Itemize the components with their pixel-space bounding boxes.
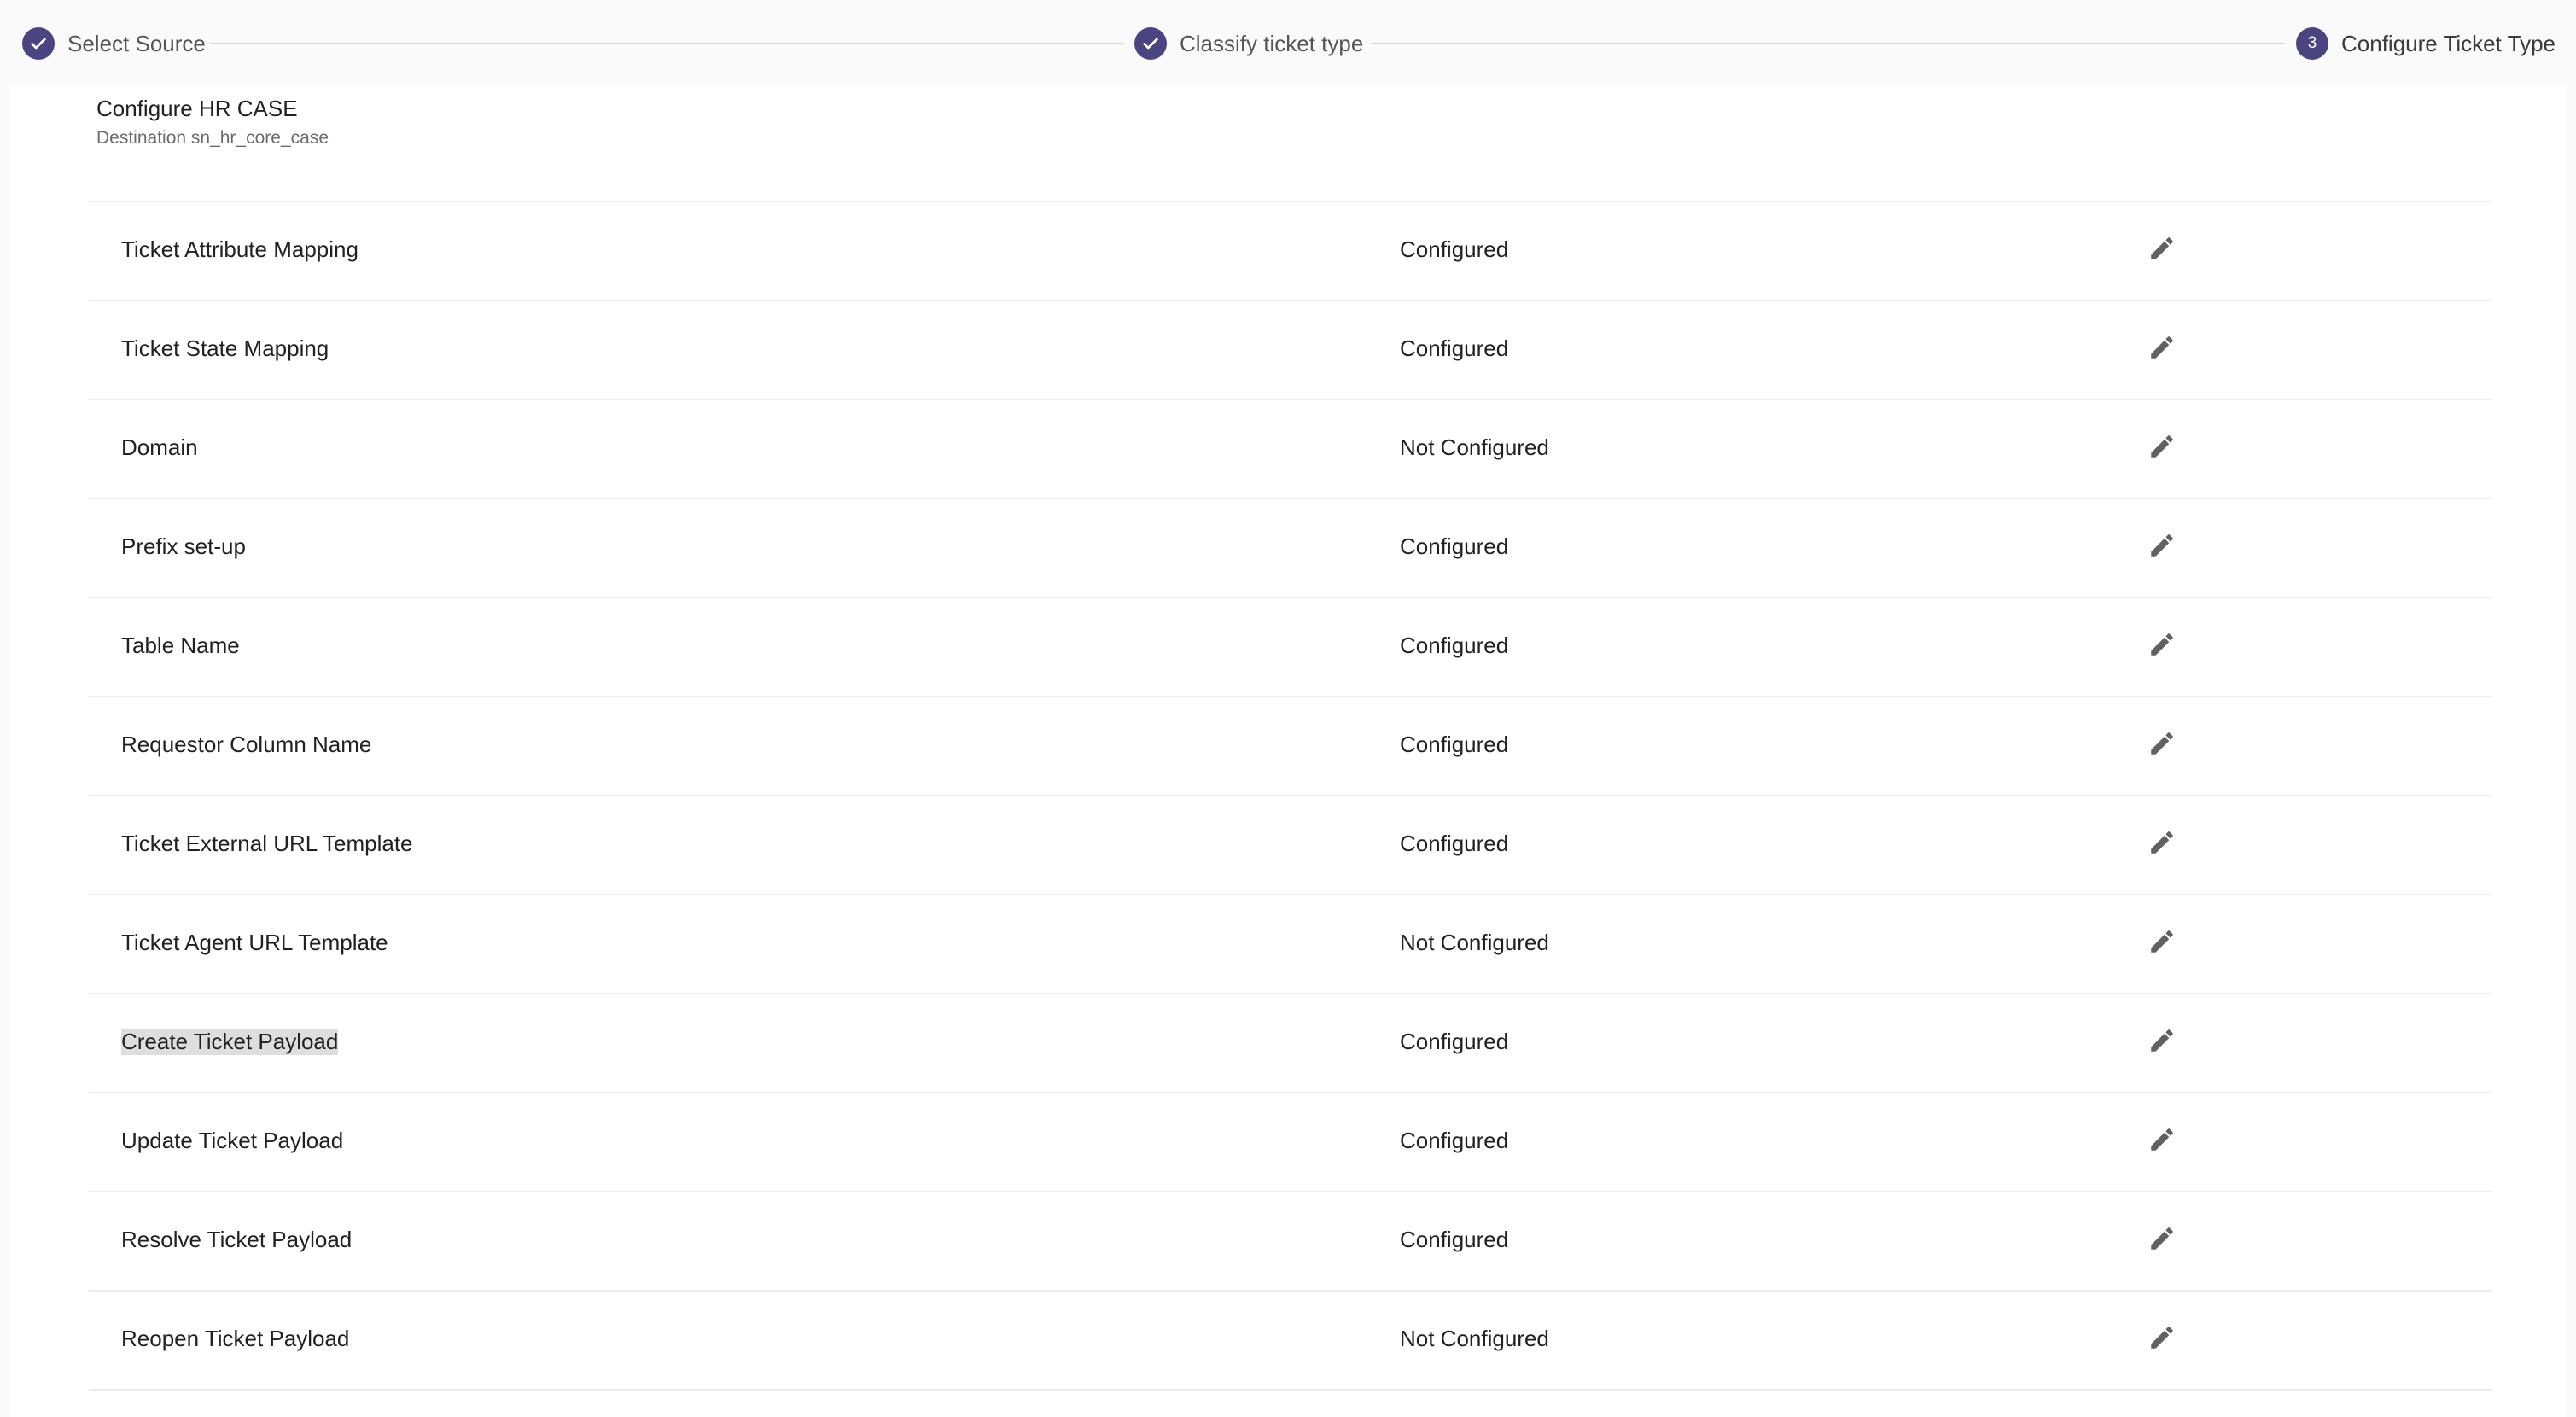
table-row: Table Name Configured [89, 598, 2492, 697]
step-configure-ticket-type[interactable]: 3 Configure Ticket Type [2296, 26, 2556, 61]
row-name: Create Ticket Payload [121, 1029, 339, 1055]
edit-button[interactable] [2144, 331, 2180, 367]
step-classify-ticket-type[interactable]: Classify ticket type [1134, 26, 1363, 61]
table-row: Prefix set-up Configured [89, 499, 2492, 598]
pencil-icon [2148, 729, 2177, 762]
step-label: Configure Ticket Type [2341, 30, 2556, 56]
edit-button[interactable] [2144, 529, 2180, 565]
table-row: Create Ticket Payload Configured [89, 994, 2492, 1093]
pencil-icon [2148, 1323, 2177, 1356]
edit-button[interactable] [2144, 628, 2180, 664]
step-label: Select Source [67, 30, 206, 56]
table-row: Domain Not Configured [89, 400, 2492, 499]
pencil-icon [2148, 531, 2177, 564]
pencil-icon [2148, 1224, 2177, 1257]
pencil-icon [2148, 1026, 2177, 1059]
row-status: Configured [1400, 732, 1509, 757]
table-row: Ticket State Mapping Configured [89, 301, 2492, 400]
row-name: Requestor Column Name [121, 732, 372, 757]
row-status: Configured [1400, 1029, 1509, 1054]
configuration-table: Ticket Attribute Mapping Configured Ticket… [89, 201, 2492, 1391]
edit-button[interactable] [2144, 826, 2180, 862]
pencil-icon [2148, 234, 2177, 267]
row-status: Not Configured [1400, 930, 1549, 955]
row-name: Update Ticket Payload [121, 1128, 344, 1153]
pencil-icon [2148, 630, 2177, 663]
row-status: Configured [1400, 831, 1509, 856]
edit-button[interactable] [2144, 430, 2180, 466]
edit-button[interactable] [2144, 925, 2180, 961]
page-title: Configure HR CASE [96, 96, 298, 121]
pencil-icon [2148, 333, 2177, 366]
edit-button[interactable] [2144, 1024, 2180, 1060]
row-name: Ticket Attribute Mapping [121, 236, 358, 262]
check-icon [22, 27, 55, 60]
row-status: Configured [1400, 236, 1509, 262]
configuration-card: Configure HR CASE Destination sn_hr_core… [10, 85, 2566, 1417]
pencil-icon [2148, 927, 2177, 960]
pencil-icon [2148, 828, 2177, 861]
row-name: Ticket External URL Template [121, 831, 413, 856]
edit-button[interactable] [2144, 1222, 2180, 1258]
row-name: Domain [121, 434, 198, 460]
row-name: Ticket State Mapping [121, 335, 329, 361]
table-row: Resolve Ticket Payload Configured [89, 1192, 2492, 1292]
step-connector [210, 43, 1123, 44]
pencil-icon [2148, 1125, 2177, 1158]
edit-button[interactable] [2144, 1321, 2180, 1357]
row-name: Reopen Ticket Payload [121, 1326, 350, 1351]
row-name: Table Name [121, 633, 240, 658]
table-row: Ticket Agent URL Template Not Configured [89, 895, 2492, 994]
edit-button[interactable] [2144, 1123, 2180, 1159]
step-select-source[interactable]: Select Source [22, 26, 206, 61]
table-row: Requestor Column Name Configured [89, 697, 2492, 796]
stepper: Select Source Classify ticket type 3 Con… [0, 0, 2576, 85]
row-status: Configured [1400, 534, 1509, 559]
row-name: Resolve Ticket Payload [121, 1227, 353, 1252]
edit-button[interactable] [2144, 727, 2180, 763]
row-status: Configured [1400, 335, 1509, 361]
row-name: Prefix set-up [121, 534, 246, 559]
row-status: Configured [1400, 1128, 1509, 1153]
edit-button[interactable] [2144, 232, 2180, 268]
table-row: Update Ticket Payload Configured [89, 1093, 2492, 1192]
row-status: Configured [1400, 633, 1509, 658]
table-row: Ticket Attribute Mapping Configured [89, 202, 2492, 301]
row-name: Ticket Agent URL Template [121, 930, 388, 955]
table-row: Reopen Ticket Payload Not Configured [89, 1292, 2492, 1391]
step-label: Classify ticket type [1180, 30, 1364, 56]
check-icon [1134, 27, 1167, 60]
pencil-icon [2148, 432, 2177, 465]
row-status: Configured [1400, 1227, 1509, 1252]
step-connector [1371, 43, 2285, 44]
row-status: Not Configured [1400, 1326, 1549, 1351]
table-row: Ticket External URL Template Configured [89, 796, 2492, 895]
row-status: Not Configured [1400, 434, 1549, 460]
destination-subtitle: Destination sn_hr_core_case [96, 128, 329, 148]
step-number-badge: 3 [2296, 27, 2328, 60]
